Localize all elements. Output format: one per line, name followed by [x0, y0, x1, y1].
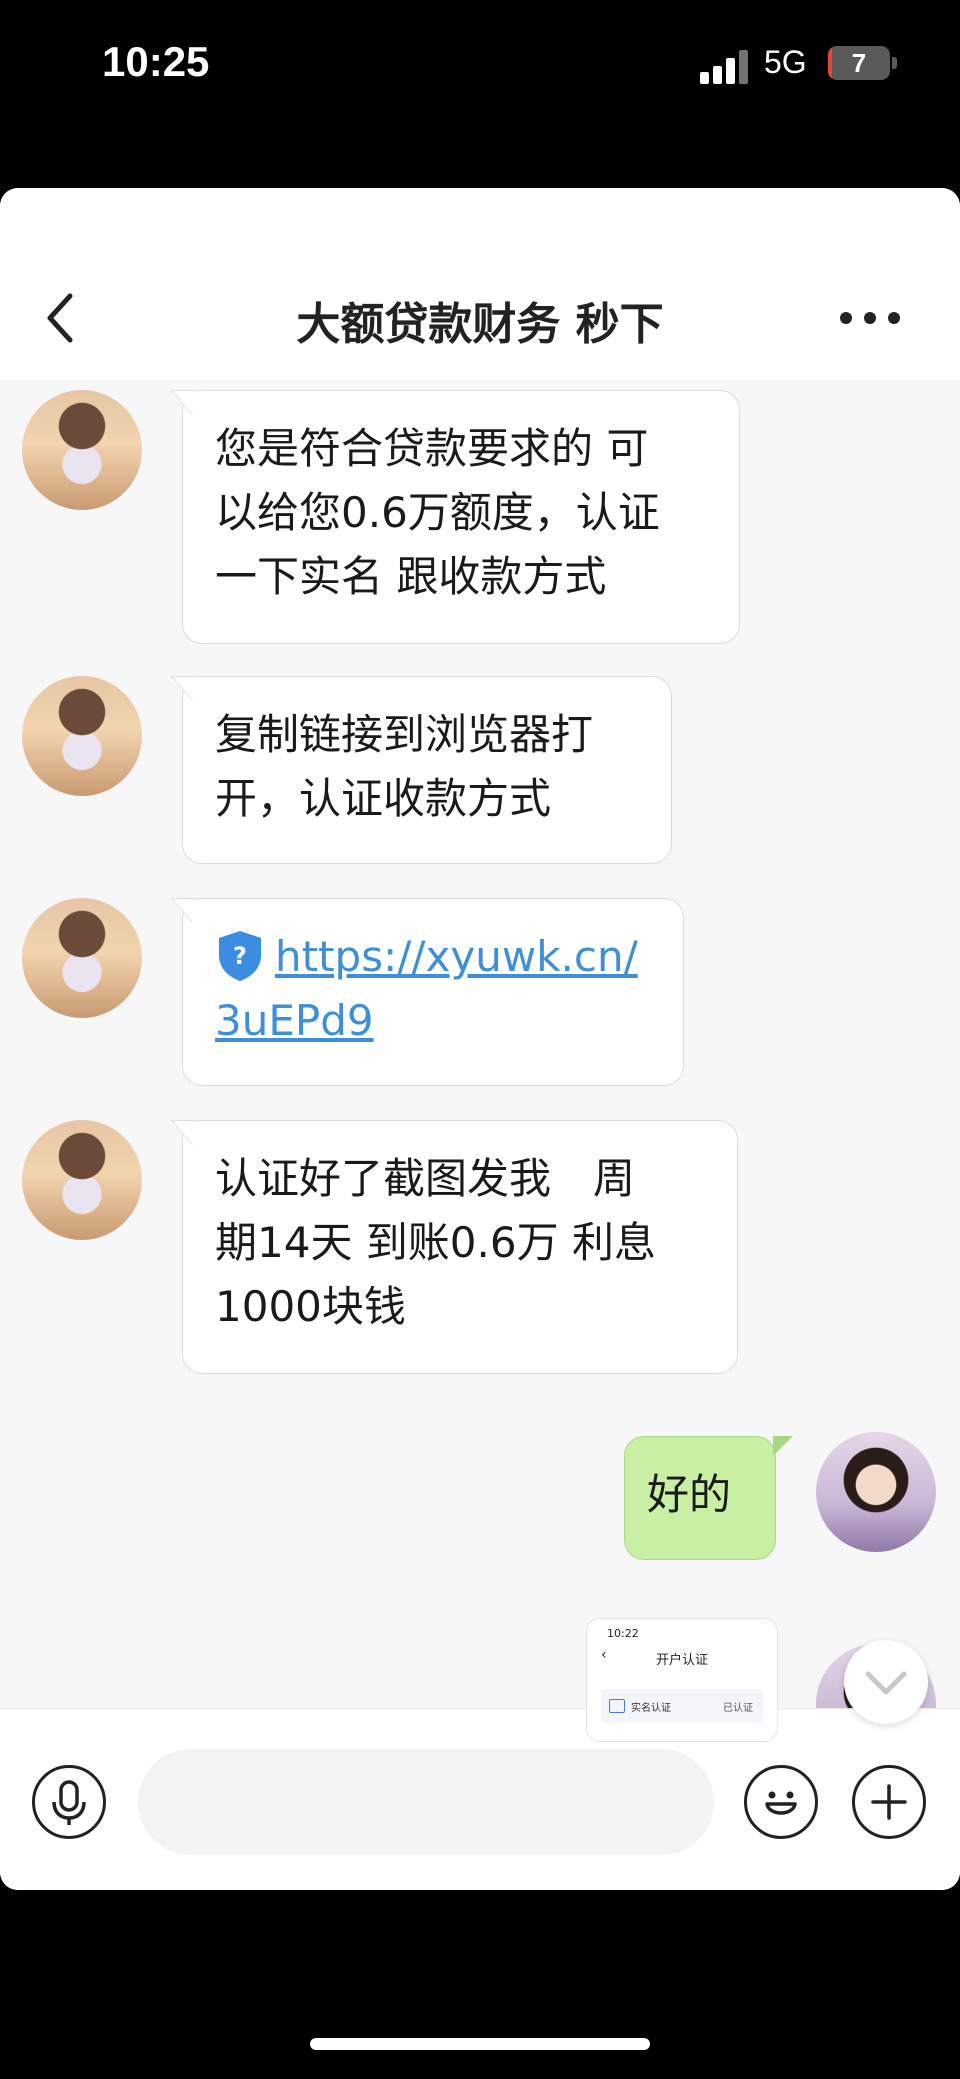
my-avatar[interactable]: [816, 1432, 936, 1552]
message-line: 您是符合贷款要求的 可: [215, 424, 649, 473]
thumb-row-label: 实名认证: [631, 1703, 671, 1714]
emoji-button[interactable]: [744, 1765, 818, 1839]
battery-cap: [892, 57, 897, 69]
message-list[interactable]: 您是符合贷款要求的 可 以给您0.6万额度，认证 一下实名 跟收款方式 复制链接…: [0, 380, 960, 1708]
chevron-down-icon: [865, 1671, 907, 1695]
message-line: 认证好了截图发我 周: [215, 1154, 636, 1203]
battery-level: 7: [851, 48, 867, 78]
svg-text:?: ?: [233, 942, 247, 970]
chat-header: 大额贷款财务 秒下: [0, 188, 960, 380]
network-type: 5G: [764, 44, 807, 80]
status-time: 10:25: [102, 38, 210, 85]
thumb-row: 实名认证 已认证: [601, 1689, 763, 1723]
message-line: 以给您0.6万额度，认证: [215, 488, 660, 537]
message-line: 复制链接到浏览器打: [215, 710, 594, 759]
chat-title: 大额贷款财务 秒下: [296, 299, 664, 350]
contact-avatar[interactable]: [22, 1120, 142, 1240]
message-input[interactable]: [138, 1749, 714, 1855]
message-bubble[interactable]: 复制链接到浏览器打 开，认证收款方式: [182, 676, 672, 864]
smile-icon: [765, 1791, 797, 1815]
contact-avatar[interactable]: [22, 390, 142, 510]
plus-icon: [871, 1784, 907, 1820]
message-line: 开，认证收款方式: [215, 774, 552, 823]
thumb-row-status: 已认证: [723, 1703, 753, 1714]
link-text[interactable]: https://xyuwk.cn/: [275, 932, 638, 981]
link-message-bubble[interactable]: ? https://xyuwk.cn/ 3uEPd9: [182, 898, 684, 1086]
input-bar: [0, 1708, 960, 1890]
message-line: 1000块钱: [215, 1282, 406, 1331]
microphone-icon: [52, 1780, 86, 1825]
message-bubble[interactable]: 您是符合贷款要求的 可 以给您0.6万额度，认证 一下实名 跟收款方式: [182, 390, 740, 644]
signal-icon: [700, 50, 750, 84]
scroll-to-bottom-button[interactable]: [844, 1640, 928, 1724]
my-message-bubble[interactable]: 好的: [624, 1436, 793, 1560]
contact-avatar[interactable]: [22, 898, 142, 1018]
chat-window: 大额贷款财务 秒下 您是符合贷款要求的 可 以给您0.6万额度，认证 一下实名 …: [0, 188, 960, 1890]
message-line: 一下实名 跟收款方式: [215, 552, 607, 601]
link-text[interactable]: 3uEPd9: [215, 989, 651, 1053]
message-bubble[interactable]: 认证好了截图发我 周 期14天 到账0.6万 利息 1000块钱: [182, 1120, 738, 1374]
message-line: 期14天 到账0.6万 利息: [215, 1218, 656, 1267]
more-actions-button[interactable]: [852, 1765, 926, 1839]
image-message-thumbnail[interactable]: 10:22 ‹ 开户认证 实名认证 已认证: [586, 1618, 778, 1742]
id-card-icon: [609, 1699, 625, 1713]
thumb-time: 10:22: [607, 1627, 639, 1640]
more-icon[interactable]: [840, 308, 900, 328]
voice-button[interactable]: [32, 1765, 106, 1839]
shield-question-icon: ?: [219, 930, 261, 981]
contact-avatar[interactable]: [22, 676, 142, 796]
message-line: 好的: [647, 1470, 732, 1519]
thumb-title: 开户认证: [655, 1653, 708, 1668]
link-line[interactable]: ? https://xyuwk.cn/: [215, 925, 651, 989]
home-indicator[interactable]: [310, 2038, 650, 2050]
status-bar: 10:25 5G 7: [0, 0, 960, 190]
battery-icon: 7: [828, 46, 890, 80]
